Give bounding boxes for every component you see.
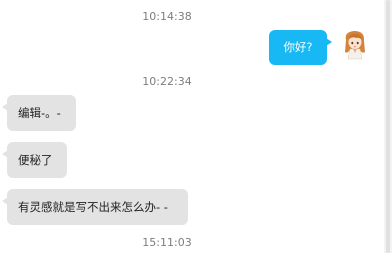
timestamp: 10:22:34	[142, 75, 192, 88]
scrollbar-thumb[interactable]	[386, 0, 390, 253]
timestamp: 10:14:38	[142, 10, 192, 23]
timestamp: 15:11:03	[142, 236, 192, 249]
outgoing-message-bubble[interactable]: 你好?	[269, 30, 332, 65]
chat-message-list: 10:14:38 你好? 10:22:34 编辑-。- 便秘了 有灵感就是写不出…	[0, 0, 384, 253]
scrollbar-track[interactable]	[384, 0, 392, 253]
anime-girl-avatar-icon[interactable]	[340, 28, 370, 60]
incoming-message-bubble[interactable]: 有灵感就是写不出来怎么办- -	[2, 189, 188, 225]
incoming-message-bubble[interactable]: 编辑-。-	[2, 95, 76, 131]
incoming-message-bubble[interactable]: 便秘了	[2, 142, 67, 178]
